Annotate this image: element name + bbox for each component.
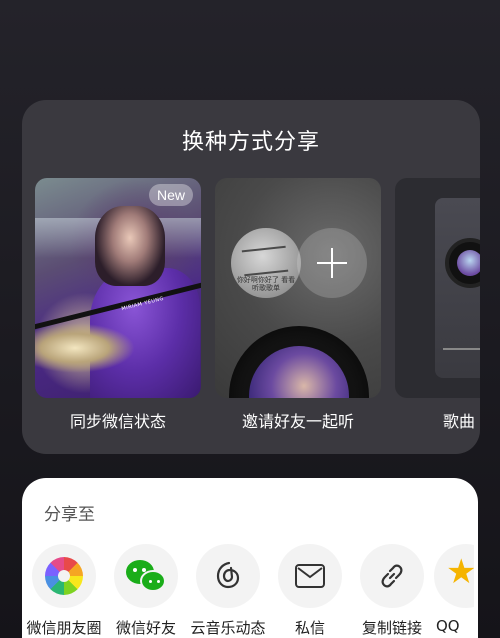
phone-preview	[435, 198, 480, 378]
share-cloud-music-feed[interactable]: 云音乐动态	[188, 544, 268, 638]
vinyl-album-art	[249, 346, 349, 398]
disc-icon	[445, 238, 480, 288]
share-qq[interactable]: ★ QQ	[434, 544, 474, 635]
sync-wechat-status-card[interactable]: MIRIAM YEUNG New	[35, 178, 201, 398]
song-card[interactable]	[395, 178, 480, 398]
link-icon	[360, 544, 424, 608]
new-badge: New	[148, 184, 193, 206]
share-label: QQ	[436, 617, 460, 635]
invite-friend-listen-card[interactable]: 你好啊你好了 看看听歌歌单	[215, 178, 381, 398]
share-wechat-friend[interactable]: 微信好友	[106, 544, 186, 638]
song-card-label: 歌曲	[443, 412, 476, 431]
qq-star-icon: ★	[434, 544, 474, 608]
share-label: 私信	[294, 619, 325, 637]
share-to-title: 分享至	[44, 505, 95, 525]
wechat-moments-icon	[32, 544, 96, 608]
share-label: 微信朋友圈	[26, 619, 102, 637]
panel-title: 换种方式分享	[181, 130, 320, 155]
vinyl-record-icon	[229, 326, 369, 398]
share-private-message[interactable]: 私信	[270, 544, 350, 638]
wechat-icon	[114, 544, 178, 608]
share-label: 复制链接	[361, 619, 422, 637]
album-art-figure	[95, 206, 165, 286]
share-copy-link[interactable]: 复制链接	[352, 544, 432, 638]
mail-icon	[278, 544, 342, 608]
share-sheet: 分享至 微信朋友圈 微信好友 云音乐动态 私信 复制链接 ★ QQ	[22, 478, 478, 638]
cloud-music-icon	[196, 544, 260, 608]
add-friend-icon[interactable]	[297, 228, 367, 298]
sync-wechat-status-label: 同步微信状态	[69, 412, 166, 431]
progress-bar	[443, 348, 480, 350]
avatar-text: 你好啊你好了 看看听歌歌单	[236, 276, 296, 292]
share-wechat-moments[interactable]: 微信朋友圈	[24, 544, 104, 638]
album-art-flowers	[35, 323, 135, 373]
avatar-scribble	[241, 245, 289, 277]
invite-friend-listen-label: 邀请好友一起听	[241, 412, 354, 431]
share-options-panel: 换种方式分享 MIRIAM YEUNG New 同步微信状态 你好啊你好了 看看…	[22, 100, 480, 454]
friend-avatar: 你好啊你好了 看看听歌歌单	[231, 228, 301, 298]
share-label: 云音乐动态	[190, 619, 266, 637]
share-label: 微信好友	[115, 619, 176, 637]
